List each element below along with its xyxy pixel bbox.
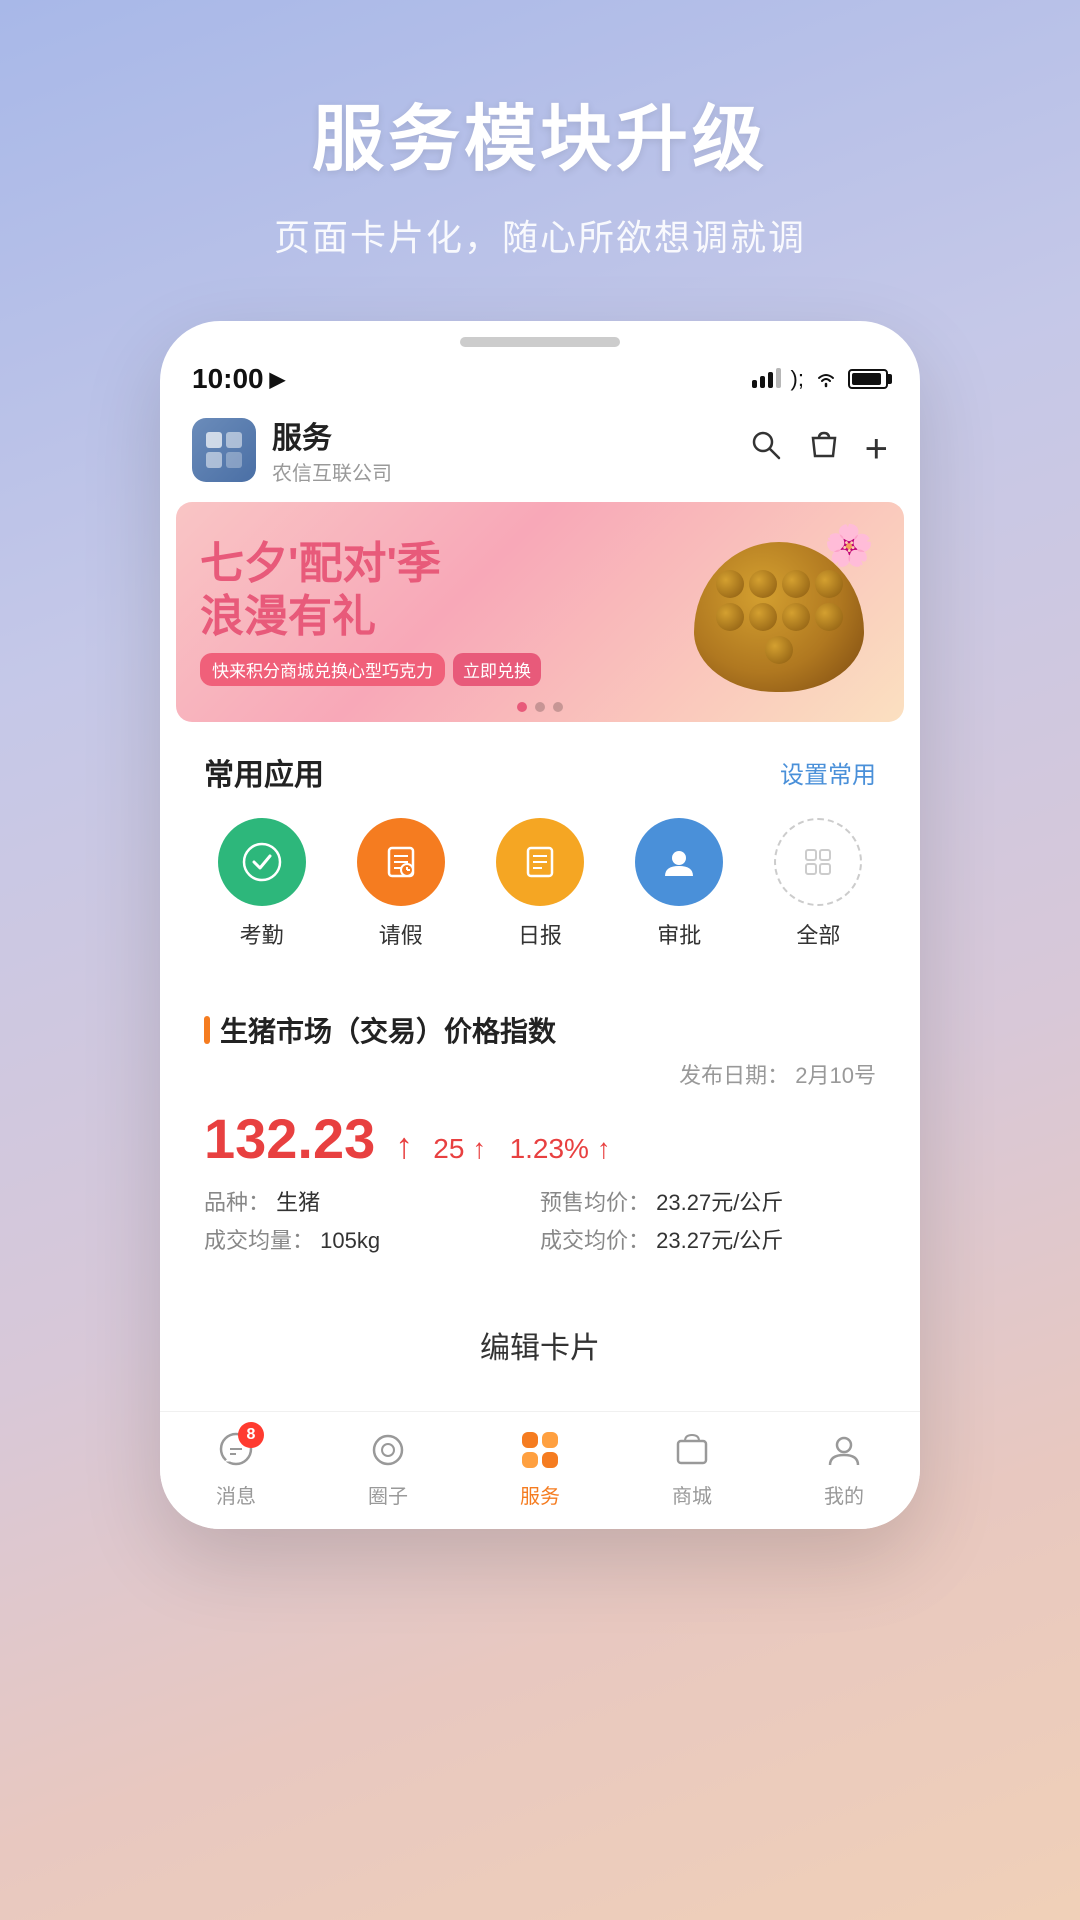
- banner-dots: [517, 702, 563, 712]
- price-arrow: ↑: [395, 1125, 413, 1167]
- shenpi-icon: [635, 818, 723, 906]
- app-header: 服务 农信互联公司 +: [160, 405, 920, 502]
- service-icon: [516, 1426, 564, 1474]
- ribao-icon: [496, 818, 584, 906]
- nav-label-message: 消息: [216, 1480, 256, 1509]
- page-subtitle: 页面卡片化，随心所欲想调就调: [274, 209, 806, 261]
- phone-mockup: 10:00 ▶ );: [160, 321, 920, 1529]
- app-item-all[interactable]: 全部: [749, 818, 888, 950]
- market-section: 生猪市场（交易）价格指数 发布日期： 2月10号 132.23 ↑ 25 ↑ 1…: [176, 990, 904, 1279]
- market-detail-3: 成交均价： 23.27元/公斤: [540, 1223, 876, 1255]
- market-change: 25 ↑ 1.23% ↑: [433, 1133, 610, 1165]
- app-grid: 考勤 请假: [176, 810, 904, 974]
- app-item-shenpi[interactable]: 审批: [610, 818, 749, 950]
- search-icon[interactable]: [749, 428, 783, 471]
- nav-label-mine: 我的: [824, 1480, 864, 1509]
- wifi-icon: );: [791, 366, 804, 392]
- app-label-kaiqin: 考勤: [240, 918, 284, 950]
- app-item-qingjia[interactable]: 请假: [331, 818, 470, 950]
- nav-item-service[interactable]: 服务: [464, 1426, 616, 1509]
- status-time: 10:00 ▶: [192, 363, 285, 395]
- banner-title-2: 浪漫有礼: [200, 591, 640, 644]
- market-detail-1: 预售均价： 23.27元/公斤: [540, 1185, 876, 1217]
- nav-item-message[interactable]: 8 消息: [160, 1426, 312, 1509]
- message-badge: 8: [238, 1422, 264, 1448]
- market-title: 生猪市场（交易）价格指数: [220, 1010, 556, 1050]
- common-apps-title: 常用应用: [204, 750, 324, 794]
- circle-icon: [364, 1426, 412, 1474]
- app-item-ribao[interactable]: 日报: [470, 818, 609, 950]
- phone-notch: [460, 337, 620, 347]
- set-common-action[interactable]: 设置常用: [780, 755, 876, 790]
- market-detail-2: 成交均量： 105kg: [204, 1223, 540, 1255]
- app-label-ribao: 日报: [518, 918, 562, 950]
- battery-icon: [848, 369, 888, 389]
- banner-sub-text: 快来积分商城兑换心型巧克力: [200, 653, 445, 686]
- signal-icon: [752, 370, 781, 388]
- bottom-nav: 8 消息 圈子 服务: [160, 1411, 920, 1529]
- nav-item-circle[interactable]: 圈子: [312, 1426, 464, 1509]
- market-detail-0: 品种： 生猪: [204, 1185, 540, 1217]
- market-date-label: 发布日期： 2月10号: [679, 1063, 876, 1088]
- edit-card-button[interactable]: 编辑卡片: [176, 1295, 904, 1395]
- banner-image: 🌸: [684, 522, 884, 702]
- wifi-icon: [814, 370, 838, 388]
- status-bar: 10:00 ▶ );: [160, 347, 920, 405]
- app-name: 服务: [272, 413, 392, 457]
- app-item-kaiqin[interactable]: 考勤: [192, 818, 331, 950]
- mine-icon: [820, 1426, 868, 1474]
- status-icons: );: [752, 366, 888, 392]
- app-subtitle: 农信互联公司: [272, 457, 392, 486]
- add-icon[interactable]: +: [865, 427, 888, 472]
- location-icon: ▶: [270, 367, 285, 392]
- nav-label-circle: 圈子: [368, 1480, 408, 1509]
- nav-label-mall: 商城: [672, 1480, 712, 1509]
- qingjia-icon: [357, 818, 445, 906]
- all-icon: [774, 818, 862, 906]
- market-details: 品种： 生猪 预售均价： 23.27元/公斤 成交均量： 105kg 成交均价：…: [204, 1185, 876, 1255]
- message-icon: 8: [212, 1426, 260, 1474]
- market-indicator: [204, 1016, 210, 1044]
- nav-item-mall[interactable]: 商城: [616, 1426, 768, 1509]
- bag-icon[interactable]: [807, 428, 841, 471]
- app-logo: [192, 418, 256, 482]
- market-price-row: 132.23 ↑ 25 ↑ 1.23% ↑: [204, 1106, 876, 1171]
- banner[interactable]: 七夕'配对'季 浪漫有礼 快来积分商城兑换心型巧克力 立即兑换 🌸: [176, 502, 904, 722]
- app-label-shenpi: 审批: [657, 918, 701, 950]
- banner-link[interactable]: 立即兑换: [453, 653, 541, 686]
- banner-title-1: 七夕'配对'季: [200, 538, 640, 591]
- app-label-qingjia: 请假: [379, 918, 423, 950]
- mall-icon: [668, 1426, 716, 1474]
- app-label-all: 全部: [796, 918, 840, 950]
- kaiqin-icon: [218, 818, 306, 906]
- nav-label-service: 服务: [520, 1480, 560, 1509]
- market-price: 132.23: [204, 1106, 375, 1171]
- page-title: 服务模块升级: [274, 80, 806, 185]
- nav-item-mine[interactable]: 我的: [768, 1426, 920, 1509]
- common-apps-section: 常用应用 设置常用 考勤: [176, 730, 904, 974]
